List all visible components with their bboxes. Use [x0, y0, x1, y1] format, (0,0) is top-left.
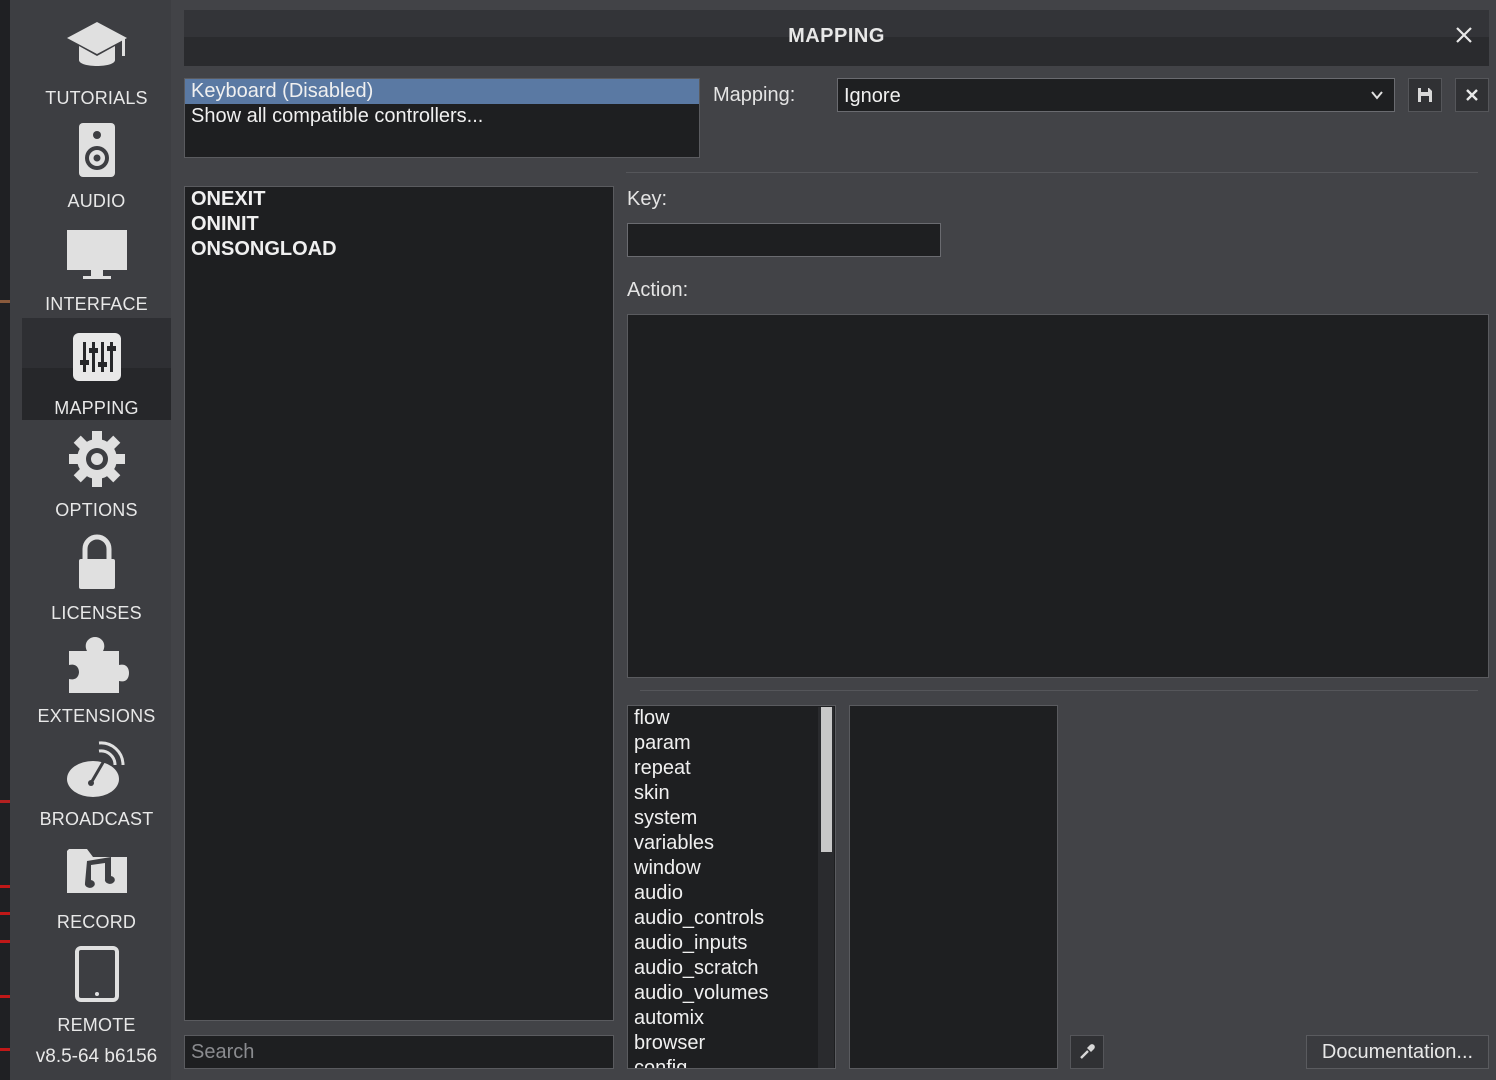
music-folder-icon	[62, 840, 132, 902]
key-field[interactable]	[627, 223, 941, 257]
puzzle-icon	[62, 634, 132, 696]
save-icon	[1418, 88, 1432, 102]
key-item[interactable]: ONSONGLOAD	[185, 237, 613, 262]
controller-item-show-all[interactable]: Show all compatible controllers...	[185, 104, 699, 129]
sidebar-item-mapping[interactable]: MAPPING	[22, 318, 171, 420]
documentation-button[interactable]: Documentation...	[1306, 1035, 1489, 1069]
key-item[interactable]: ONINIT	[185, 212, 613, 237]
search-input[interactable]	[184, 1035, 614, 1069]
mapping-select[interactable]: Ignore	[837, 78, 1395, 112]
verb-item[interactable]: variables	[628, 831, 835, 856]
sidebar-item-licenses[interactable]: LICENSES	[22, 527, 171, 629]
sidebar-item-label: EXTENSIONS	[37, 706, 156, 726]
dialog-titlebar: MAPPING	[184, 10, 1489, 66]
chevron-down-icon	[1370, 88, 1384, 107]
scrollbar-thumb[interactable]	[821, 707, 832, 852]
save-mapping-button[interactable]	[1408, 78, 1442, 112]
sidebar-item-label: LICENSES	[51, 603, 142, 623]
verb-item[interactable]: audio	[628, 881, 835, 906]
close-icon	[1456, 27, 1472, 43]
bottom-divider	[640, 690, 1478, 691]
graduation-cap-icon	[62, 16, 132, 78]
sidebar-item-label: INTERFACE	[45, 294, 148, 314]
sidebar-item-label: REMOTE	[57, 1015, 136, 1035]
sidebar-item-audio[interactable]: AUDIO	[22, 115, 171, 217]
controller-list[interactable]: Keyboard (Disabled) Show all compatible …	[184, 78, 700, 158]
sidebar-item-remote[interactable]: REMOTE	[22, 939, 171, 1041]
verb-item[interactable]: system	[628, 806, 835, 831]
pick-verb-button[interactable]	[1070, 1035, 1104, 1069]
verb-list[interactable]: flow param repeat skin system variables …	[627, 705, 836, 1069]
verb-item[interactable]: audio_scratch	[628, 956, 835, 981]
sidebar-item-extensions[interactable]: EXTENSIONS	[22, 630, 171, 732]
settings-sidebar: TUTORIALS AUDIO INTERFACE MAPPING OPTION…	[10, 0, 171, 1080]
mapping-select-value: Ignore	[844, 85, 901, 107]
verb-item[interactable]: repeat	[628, 756, 835, 781]
tablet-icon	[62, 943, 132, 1005]
sidebar-item-label: TUTORIALS	[45, 88, 148, 108]
key-list[interactable]: ONEXIT ONINIT ONSONGLOAD	[184, 186, 614, 1021]
delete-mapping-button[interactable]	[1455, 78, 1489, 112]
verb-item[interactable]: audio_volumes	[628, 981, 835, 1006]
lock-icon	[62, 531, 132, 593]
verb-item[interactable]: param	[628, 731, 835, 756]
verb-item[interactable]: automix	[628, 1006, 835, 1031]
close-dialog-button[interactable]	[1453, 24, 1475, 46]
controller-item-keyboard[interactable]: Keyboard (Disabled)	[185, 79, 699, 104]
mapping-label: Mapping:	[713, 84, 796, 106]
sidebar-item-record[interactable]: RECORD	[22, 836, 171, 938]
action-editor[interactable]	[627, 314, 1489, 678]
sidebar-item-label: AUDIO	[67, 191, 126, 211]
version-label: v8.5-64 b6156	[35, 1046, 158, 1067]
verb-detail-list[interactable]	[849, 705, 1058, 1069]
speaker-icon	[62, 119, 132, 181]
verb-item[interactable]: browser	[628, 1031, 835, 1056]
sidebar-item-interface[interactable]: INTERFACE	[22, 218, 171, 320]
satellite-dish-icon	[62, 737, 132, 799]
sidebar-item-broadcast[interactable]: BROADCAST	[22, 733, 171, 835]
sidebar-item-label: RECORD	[56, 912, 137, 932]
sidebar-item-label: BROADCAST	[39, 809, 154, 829]
verb-item[interactable]: audio_controls	[628, 906, 835, 931]
background-app-strip	[0, 0, 10, 1080]
dialog-title: MAPPING	[788, 25, 885, 47]
sidebar-item-label: OPTIONS	[55, 500, 138, 520]
sidebar-item-options[interactable]: OPTIONS	[22, 424, 171, 526]
mapping-dialog: MAPPING Keyboard (Disabled) Show all com…	[184, 10, 1489, 1080]
verb-item[interactable]: audio_inputs	[628, 931, 835, 956]
key-label: Key:	[627, 188, 668, 210]
key-item[interactable]: ONEXIT	[185, 187, 613, 212]
sidebar-item-tutorials[interactable]: TUTORIALS	[22, 12, 171, 114]
verb-item[interactable]: window	[628, 856, 835, 881]
action-label: Action:	[627, 279, 689, 301]
verb-item[interactable]: flow	[628, 706, 835, 731]
gear-icon	[62, 428, 132, 490]
top-divider	[626, 172, 1478, 173]
sliders-icon	[62, 326, 132, 388]
eyedropper-icon	[1080, 1044, 1095, 1059]
monitor-icon	[62, 222, 132, 284]
delete-icon	[1466, 89, 1478, 101]
verb-item[interactable]: config	[628, 1056, 835, 1068]
verb-list-scrollbar[interactable]	[818, 707, 834, 1068]
verb-item[interactable]: skin	[628, 781, 835, 806]
sidebar-item-label: MAPPING	[54, 398, 139, 418]
